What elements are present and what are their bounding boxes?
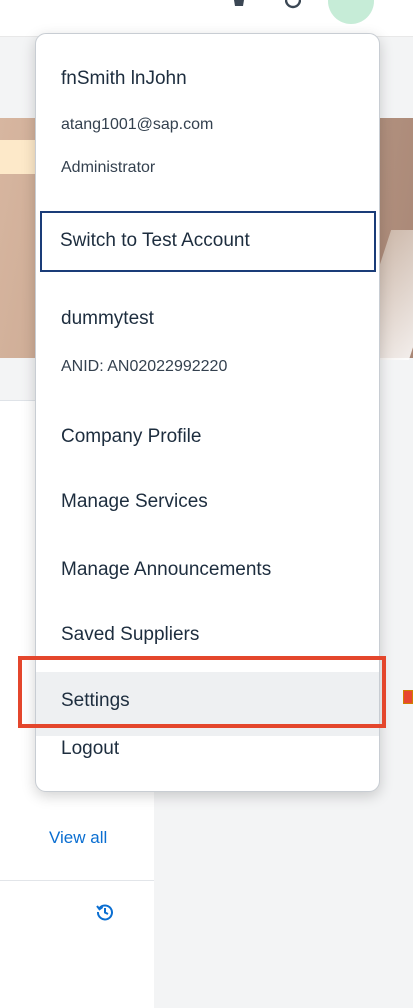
menu-item-logout[interactable]: Logout	[36, 738, 379, 778]
annotation-marker	[403, 690, 413, 704]
avatar[interactable]	[328, 0, 374, 24]
help-icon[interactable]	[285, 0, 301, 14]
menu-item-settings[interactable]: Settings	[36, 672, 379, 736]
user-email: atang1001@sap.com	[61, 116, 214, 133]
bell-icon[interactable]	[232, 0, 246, 14]
menu-item-manage-services[interactable]: Manage Services	[36, 473, 379, 533]
top-bar	[0, 0, 413, 37]
user-name: fnSmith lnJohn	[61, 68, 187, 89]
account-anid: ANID: AN02022992220	[61, 358, 228, 375]
menu-item-label: Saved Suppliers	[61, 624, 200, 645]
menu-item-label: Company Profile	[61, 426, 202, 447]
history-icon[interactable]	[96, 903, 114, 921]
account-name: dummytest	[61, 308, 154, 329]
background-card	[0, 400, 36, 671]
menu-item-company-profile[interactable]: Company Profile	[36, 408, 379, 468]
card-divider	[0, 880, 154, 881]
menu-item-label: Logout	[61, 738, 120, 759]
menu-item-label: Manage Services	[61, 491, 208, 512]
menu-item-label: Settings	[61, 690, 130, 711]
menu-item-saved-suppliers[interactable]: Saved Suppliers	[36, 606, 379, 666]
switch-to-test-account-button[interactable]: Switch to Test Account	[40, 211, 376, 272]
user-menu-dropdown: fnSmith lnJohn atang1001@sap.com Adminis…	[35, 33, 380, 792]
user-role: Administrator	[61, 159, 156, 176]
view-all-link[interactable]: View all	[49, 828, 107, 848]
banner-highlight	[0, 140, 40, 174]
menu-item-label: Manage Announcements	[61, 559, 272, 580]
menu-item-manage-announcements[interactable]: Manage Announcements	[36, 541, 379, 601]
switch-account-label: Switch to Test Account	[60, 230, 250, 251]
